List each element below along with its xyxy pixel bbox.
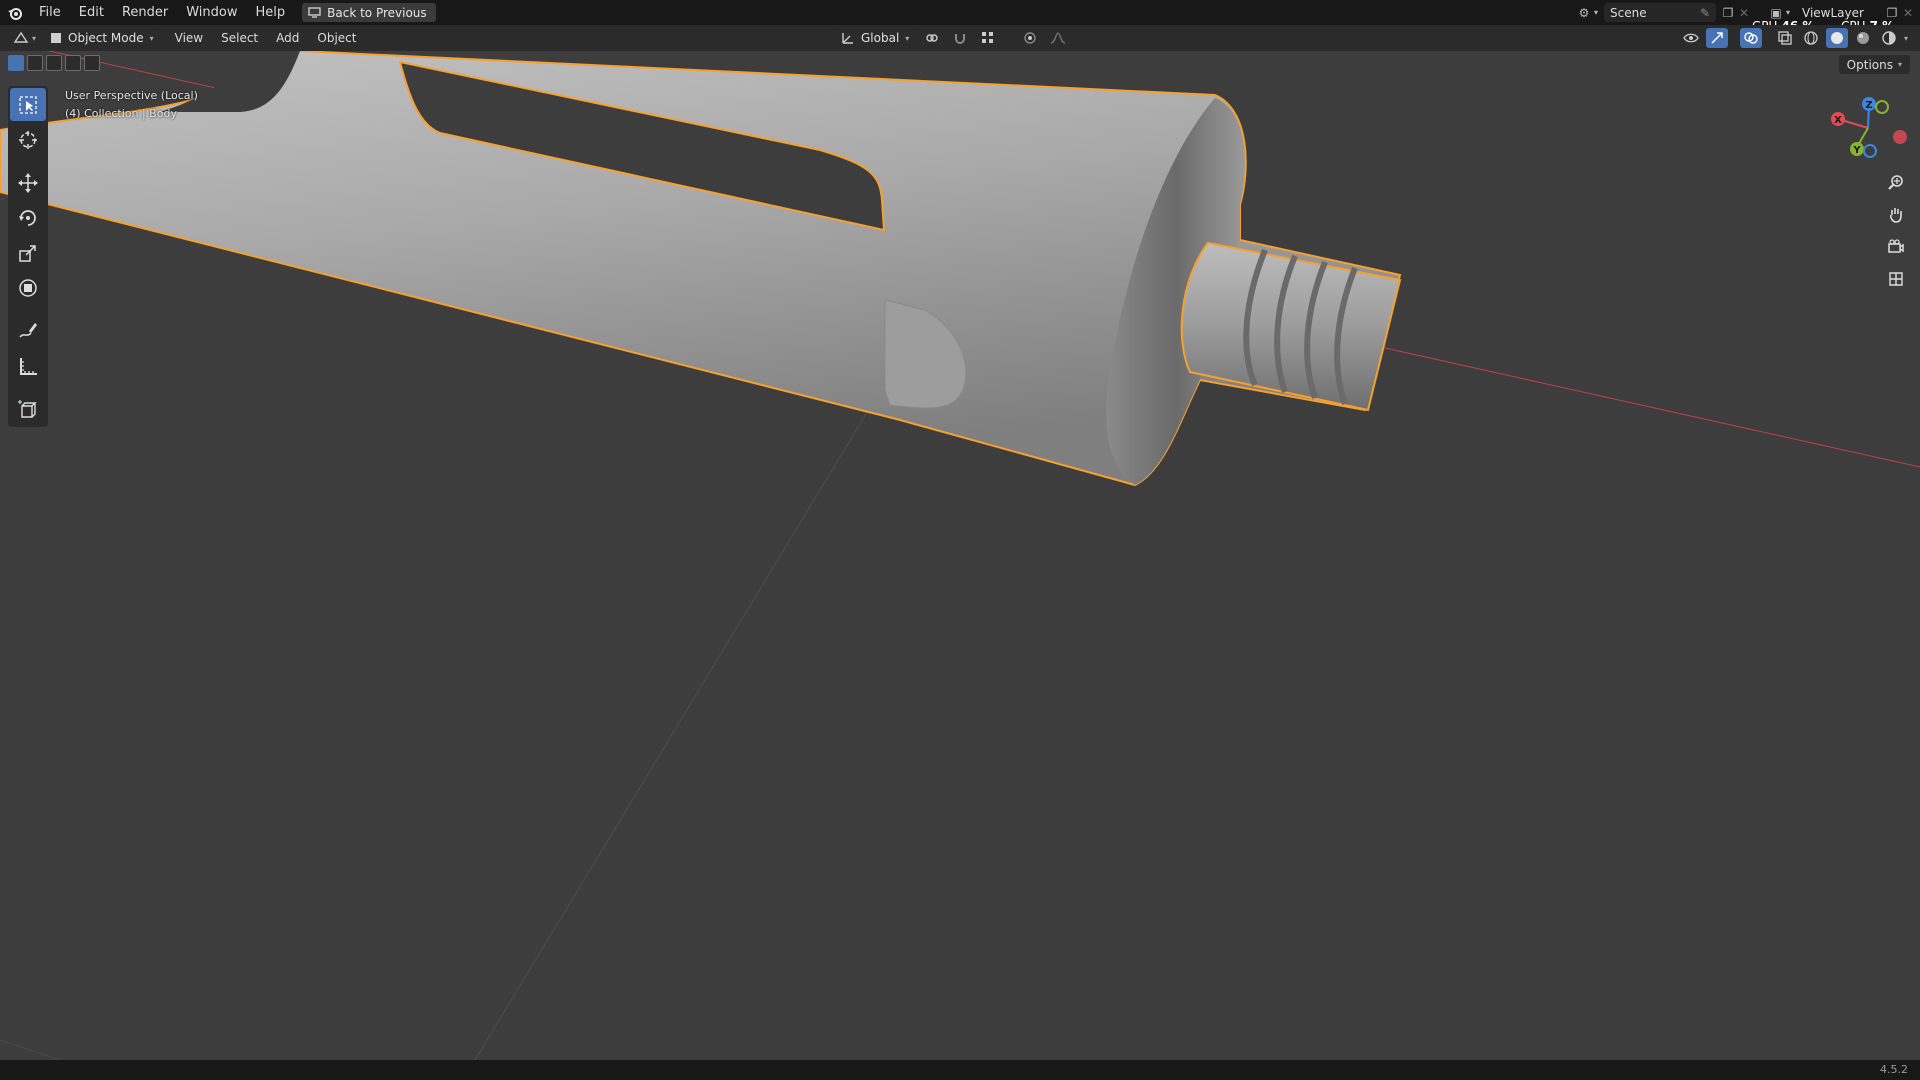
view-layer-name: ViewLayer: [1802, 5, 1864, 20]
select-extend-icon[interactable]: [27, 55, 43, 71]
gizmo-z-label: Z: [1865, 100, 1872, 111]
viewport-display-tools: ▾: [1680, 28, 1908, 48]
select-box-icon[interactable]: [10, 88, 46, 121]
visibility-eye-icon[interactable]: [1680, 28, 1702, 48]
back-to-previous-button[interactable]: Back to Previous: [302, 3, 436, 22]
scene-icon[interactable]: ⚙: [1576, 5, 1592, 21]
select-subtract-icon[interactable]: [46, 55, 62, 71]
select-invert-icon[interactable]: [65, 55, 81, 71]
wireframe-shading-icon[interactable]: [1800, 28, 1822, 48]
measure-icon[interactable]: [10, 349, 46, 382]
rotate-icon[interactable]: [10, 201, 46, 234]
navigation-buttons: [1883, 170, 1909, 292]
status-bar: 4.5.2: [0, 1060, 1920, 1080]
back-to-previous-label: Back to Previous: [327, 5, 427, 20]
scene-field[interactable]: Scene ✎: [1604, 3, 1716, 22]
chevron-down-icon: ▾: [32, 33, 37, 43]
scale-icon[interactable]: [10, 236, 46, 269]
pivot-point-icon[interactable]: [921, 28, 943, 48]
annotate-icon[interactable]: [10, 314, 46, 347]
menu-select[interactable]: Select: [212, 25, 267, 51]
menu-edit[interactable]: Edit: [70, 0, 113, 25]
gizmo-neg-z: [1863, 144, 1877, 158]
object-mode-label: Object Mode: [68, 31, 144, 45]
object-mode-dropdown[interactable]: Object Mode ▾: [44, 28, 160, 48]
menu-view[interactable]: View: [166, 25, 212, 51]
viewport-info: User Perspective (Local) (4) Collection …: [65, 87, 198, 123]
menu-file[interactable]: File: [30, 0, 70, 25]
grid-ortho-icon[interactable]: [1883, 266, 1909, 292]
3d-viewport-editor-icon[interactable]: [10, 28, 32, 48]
close-view-layer-icon[interactable]: ✕: [1900, 5, 1916, 21]
menu-render[interactable]: Render: [113, 0, 177, 25]
show-gizmo-icon[interactable]: [1705, 28, 1728, 48]
transform-tools: Global ▾: [835, 28, 1069, 48]
snap-grid-icon[interactable]: [977, 28, 999, 48]
object-mode-icon: [51, 33, 62, 43]
transform-orientation-dropdown[interactable]: Global ▾: [835, 28, 916, 48]
select-intersect-icon[interactable]: [84, 55, 100, 71]
select-new-icon[interactable]: [8, 55, 24, 71]
snap-icon[interactable]: [949, 28, 971, 48]
top-bar: File Edit Render Window Help Back to Pre…: [0, 0, 1920, 25]
cursor-icon[interactable]: [10, 123, 46, 156]
add-cube-icon[interactable]: [10, 392, 46, 425]
selection-mode-buttons: [8, 55, 100, 71]
menu-window[interactable]: Window: [177, 0, 246, 25]
rendered-shading-icon[interactable]: [1878, 28, 1900, 48]
close-scene-icon[interactable]: ✕: [1736, 5, 1752, 21]
falloff-icon[interactable]: [1047, 28, 1069, 48]
chevron-down-icon: ▾: [149, 33, 154, 43]
pan-hand-icon[interactable]: [1883, 202, 1909, 228]
navigation-gizmo[interactable]: X Y Z: [1820, 92, 1910, 172]
chevron-down-icon: ▾: [905, 33, 910, 43]
transform-orientation-label: Global: [861, 31, 900, 45]
gizmo-neg-y: [1875, 100, 1889, 114]
pin-icon[interactable]: ✎: [1700, 6, 1710, 20]
grid-line: [0, 1039, 61, 1061]
move-icon[interactable]: [10, 166, 46, 199]
zoom-icon[interactable]: [1883, 170, 1909, 196]
chevron-down-icon: ▾: [1593, 8, 1598, 17]
gizmo-y-label: Y: [1852, 145, 1861, 156]
collection-label: (4) Collection | Body: [65, 107, 177, 120]
options-label: Options: [1846, 57, 1893, 72]
transform-icon[interactable]: [10, 271, 46, 304]
tool-shelf: [8, 86, 48, 427]
blender-logo-icon[interactable]: [0, 0, 30, 25]
material-preview-icon[interactable]: [1852, 28, 1874, 48]
menu-help[interactable]: Help: [247, 0, 295, 25]
menu-add[interactable]: Add: [267, 25, 308, 51]
chevron-down-icon[interactable]: ▾: [1904, 34, 1908, 43]
perspective-label: User Perspective (Local): [65, 89, 198, 102]
chevron-down-icon: ▾: [1897, 60, 1902, 69]
3d-viewport[interactable]: [0, 51, 1920, 1061]
menu-object[interactable]: Object: [308, 25, 365, 51]
proportional-editing-icon[interactable]: [1019, 28, 1041, 48]
xray-toggle-icon[interactable]: [1774, 28, 1796, 48]
monitor-icon: [308, 7, 321, 18]
version-label: 4.5.2: [1880, 1063, 1908, 1076]
camera-icon[interactable]: [1883, 234, 1909, 260]
options-dropdown[interactable]: Options ▾: [1838, 55, 1910, 74]
scene-name: Scene: [1610, 5, 1647, 20]
grid-line: [474, 299, 936, 1061]
orientation-icon: [842, 33, 853, 44]
gizmo-x-label: X: [1834, 115, 1842, 126]
new-scene-icon[interactable]: ❐: [1720, 5, 1736, 21]
gizmo-neg-x: [1893, 130, 1907, 144]
show-overlays-icon[interactable]: [1739, 28, 1762, 48]
solid-shading-icon[interactable]: [1825, 28, 1848, 48]
